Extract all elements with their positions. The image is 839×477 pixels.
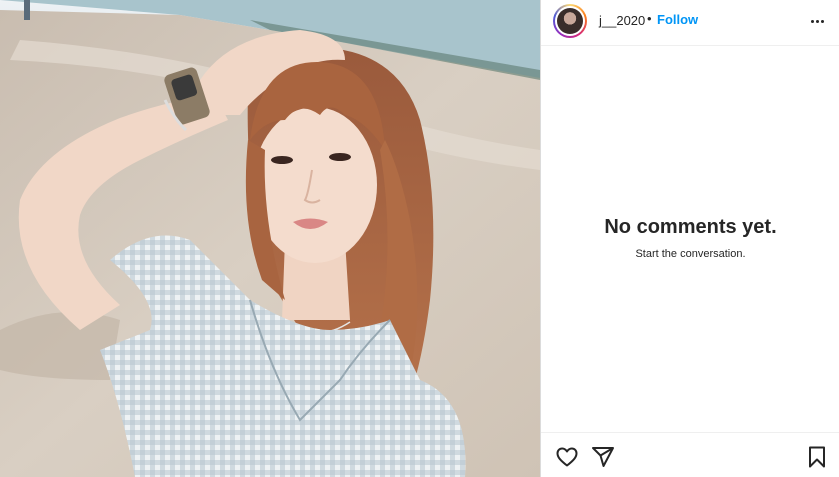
bookmark-icon[interactable] <box>805 445 829 469</box>
beach-selfie-image <box>0 0 540 477</box>
no-comments-subtitle: Start the conversation. <box>635 248 746 260</box>
heart-icon[interactable] <box>555 445 579 469</box>
no-comments-title: No comments yet. <box>604 216 777 238</box>
avatar-image <box>557 8 583 34</box>
post-header: j__2020 • Follow <box>541 0 839 46</box>
more-options-icon[interactable] <box>807 12 827 30</box>
username-link[interactable]: j__2020 <box>599 13 645 28</box>
post-photo[interactable] <box>0 0 540 477</box>
avatar[interactable] <box>553 4 587 38</box>
action-bar <box>541 432 839 477</box>
comments-panel: j__2020 • Follow No comments yet. Start … <box>540 0 839 477</box>
follow-button[interactable]: Follow <box>657 12 698 27</box>
separator-dot: • <box>647 11 652 26</box>
send-icon[interactable] <box>591 445 615 469</box>
